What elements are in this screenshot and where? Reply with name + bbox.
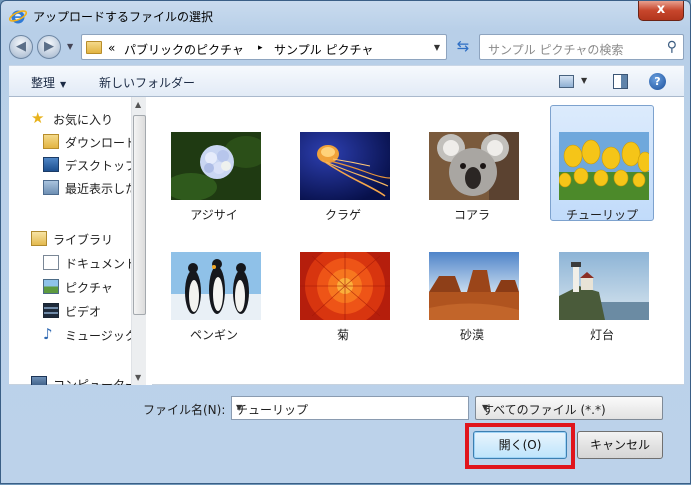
file-item-hydrangeas[interactable]: アジサイ — [162, 105, 266, 222]
file-name-label: コアラ — [453, 208, 490, 222]
navigation-bar: ◀ ▶ ▼ « パブリックのピクチャ ▸ サンプル ピクチャ ▼ ⇆ サンプル … — [9, 34, 684, 60]
breadcrumb-sample-pictures[interactable]: サンプル ピクチャ — [274, 41, 373, 58]
address-chevron[interactable]: « — [108, 41, 115, 55]
videos-icon — [43, 303, 59, 318]
file-item-tulips[interactable]: チューリップ — [550, 105, 654, 222]
file-type-filter-select[interactable]: すべてのファイル (*.*) ▼ — [475, 396, 663, 420]
filename-label: ファイル名(N): — [143, 403, 226, 417]
refresh-icon: ⇆ — [456, 37, 470, 55]
change-view-icon[interactable] — [559, 75, 574, 88]
breadcrumb-separator[interactable]: ▸ — [258, 43, 263, 53]
address-dropdown[interactable]: ▼ — [434, 43, 440, 52]
scroll-up-arrow-icon[interactable]: ▲ — [135, 100, 141, 109]
sidebar-item-label: ビデオ — [65, 305, 102, 319]
refresh-button[interactable]: ⇆ — [451, 34, 475, 60]
open-button[interactable]: 開く(O) — [473, 431, 567, 459]
file-name-label: 菊 — [336, 328, 349, 342]
file-thumbnail-grid: アジサイ クラゲ コアラ チューリップ ペンギン 菊 砂漠 灯台 — [152, 97, 684, 385]
sidebar-item-pictures[interactable]: ピクチャ — [9, 277, 131, 297]
chrysanthemum-thumbnail — [300, 252, 390, 320]
star-icon: ★ — [31, 109, 45, 127]
organize-label: 整理 — [31, 76, 56, 90]
title-bar[interactable]: アップロードするファイルの選択 x — [1, 1, 690, 31]
sidebar-item-label: ドキュメント — [65, 257, 138, 271]
navigation-pane-scrollbar[interactable]: ▲ ▼ — [131, 97, 146, 385]
file-name-label: ペンギン — [189, 328, 238, 342]
sidebar-item-label: デスクトップ — [65, 159, 138, 173]
file-name-label: クラゲ — [324, 208, 361, 222]
koala-thumbnail — [429, 132, 519, 200]
navigation-pane: ★ お気に入り ダウンロード デスクトップ 最近表示した場所 ライブラリ — [9, 97, 146, 385]
hydrangeas-thumbnail — [171, 132, 261, 200]
sidebar-item-label: ダウンロード — [65, 136, 138, 150]
dialog-footer: ファイル名(N): チューリップ ▼ すべてのファイル (*.*) ▼ 開く(O… — [9, 385, 684, 485]
search-icon[interactable]: ⚲ — [667, 39, 677, 55]
file-name-label: アジサイ — [190, 208, 238, 222]
penguins-thumbnail — [171, 252, 261, 320]
sidebar-favorites-label: お気に入り — [53, 113, 114, 127]
file-name-label: チューリップ — [565, 208, 638, 222]
lighthouse-thumbnail — [559, 252, 649, 320]
music-note-icon: ♪ — [43, 325, 53, 343]
breadcrumb-public-pictures[interactable]: パブリックのピクチャ — [124, 41, 244, 58]
file-item-jellyfish[interactable]: クラゲ — [291, 105, 395, 222]
sidebar-computer-label: コンピューター — [53, 378, 138, 385]
forward-button[interactable]: ▶ — [37, 35, 61, 59]
filename-history-dropdown[interactable]: ▼ — [236, 403, 464, 412]
file-item-desert[interactable]: 砂漠 — [420, 225, 524, 342]
scroll-down-arrow-icon[interactable]: ▼ — [135, 373, 141, 382]
computer-icon — [31, 376, 47, 385]
recent-places-icon — [43, 180, 59, 195]
pictures-icon — [43, 279, 59, 294]
sidebar-item-videos[interactable]: ビデオ — [9, 301, 131, 321]
downloads-folder-icon — [43, 134, 59, 149]
chevron-down-icon: ▼ — [60, 80, 67, 89]
sidebar-item-desktop[interactable]: デスクトップ — [9, 155, 137, 175]
organize-menu-button[interactable]: 整理 ▼ — [31, 74, 66, 91]
sidebar-item-documents[interactable]: ドキュメント — [9, 253, 137, 273]
search-input[interactable]: サンプル ピクチャの検索 — [488, 41, 623, 58]
close-button[interactable]: x — [638, 1, 684, 21]
recent-pages-dropdown[interactable]: ▼ — [67, 42, 73, 51]
window-title: アップロードするファイルの選択 — [33, 10, 214, 24]
file-item-koala[interactable]: コアラ — [420, 105, 524, 222]
sidebar-libraries[interactable]: ライブラリ — [9, 229, 131, 249]
command-toolbar: 整理 ▼ 新しいフォルダー ▼ ? — [9, 65, 684, 97]
file-item-penguins[interactable]: ペンギン — [162, 225, 266, 342]
file-item-chrysanthemum[interactable]: 菊 — [291, 225, 395, 342]
internet-explorer-icon — [9, 10, 27, 24]
search-box[interactable]: サンプル ピクチャの検索 ⚲ — [479, 34, 684, 60]
address-bar[interactable]: « パブリックのピクチャ ▸ サンプル ピクチャ ▼ — [81, 34, 447, 60]
desert-thumbnail — [429, 252, 519, 320]
help-icon[interactable]: ? — [649, 73, 666, 90]
file-name-label: 砂漠 — [459, 328, 484, 342]
sidebar-favorites[interactable]: ★ お気に入り — [9, 109, 131, 129]
sidebar-item-music[interactable]: ♪ ミュージック — [9, 325, 137, 345]
chevron-down-icon: ▼ — [482, 403, 489, 412]
file-name-label: 灯台 — [589, 328, 614, 342]
preview-pane-icon[interactable] — [613, 74, 628, 89]
desktop-icon — [43, 157, 59, 172]
filename-combobox[interactable]: チューリップ ▼ — [231, 396, 469, 420]
back-button[interactable]: ◀ — [9, 35, 33, 59]
library-icon — [31, 231, 47, 246]
sidebar-computer[interactable]: コンピューター — [9, 374, 137, 385]
tulips-thumbnail — [559, 132, 649, 200]
content-area: ★ お気に入り ダウンロード デスクトップ 最近表示した場所 ライブラリ — [9, 97, 684, 385]
file-item-lighthouse[interactable]: 灯台 — [550, 225, 654, 342]
file-open-dialog: アップロードするファイルの選択 x ◀ ▶ ▼ « パブリックのピクチャ ▸ サ… — [0, 0, 691, 484]
jellyfish-thumbnail — [300, 132, 390, 200]
scrollbar-thumb[interactable] — [133, 115, 146, 315]
documents-icon — [43, 255, 59, 270]
sidebar-item-recent-places[interactable]: 最近表示した場所 — [9, 178, 146, 198]
sidebar-libraries-label: ライブラリ — [53, 233, 114, 247]
sidebar-item-label: ピクチャ — [65, 281, 113, 295]
new-folder-button[interactable]: 新しいフォルダー — [99, 74, 195, 91]
view-options-dropdown[interactable]: ▼ — [581, 76, 587, 85]
cancel-button[interactable]: キャンセル — [577, 431, 663, 459]
folder-icon — [86, 41, 102, 54]
sidebar-item-downloads[interactable]: ダウンロード — [9, 132, 137, 152]
sidebar-item-label: ミュージック — [65, 329, 137, 343]
